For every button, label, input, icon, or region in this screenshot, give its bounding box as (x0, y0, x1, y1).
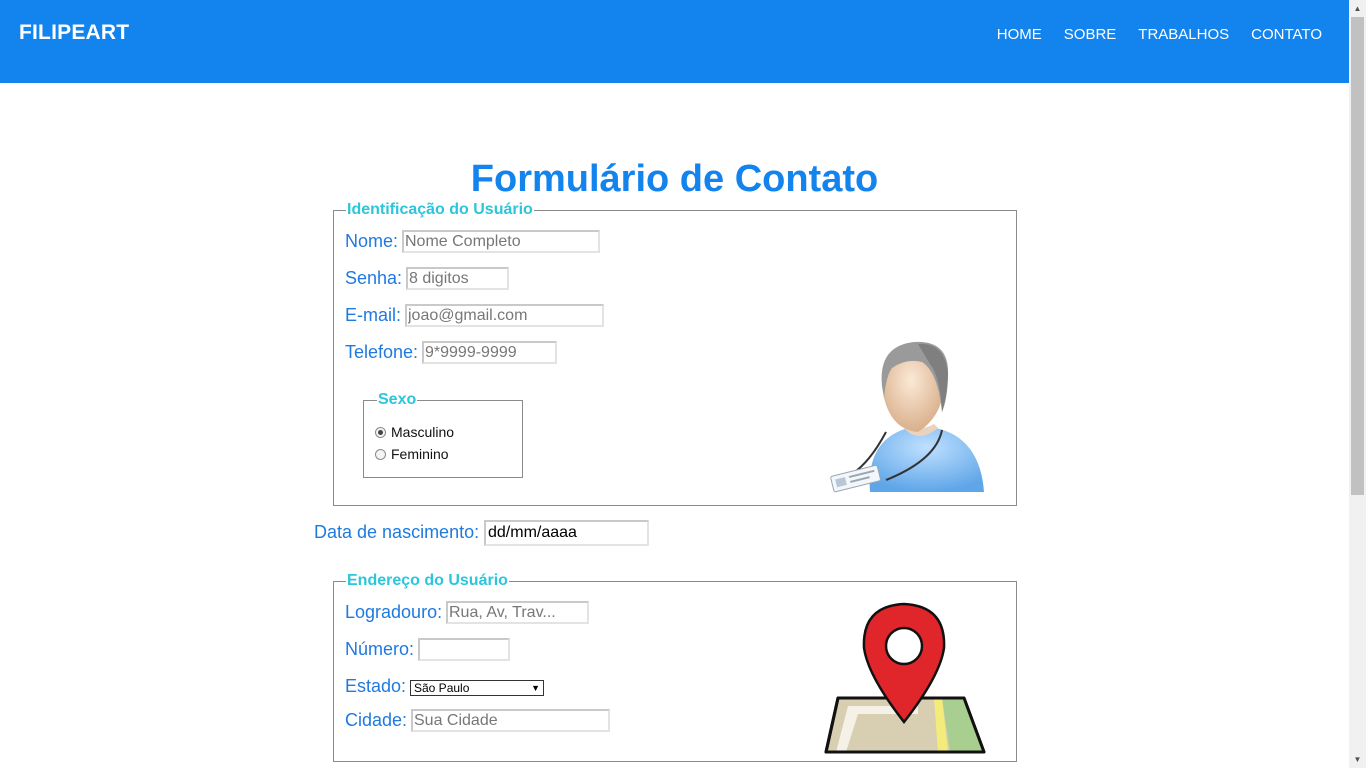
nav-link-home[interactable]: HOME (997, 26, 1042, 43)
radio-feminino[interactable]: Feminino (375, 446, 449, 462)
estado-label: Estado: (345, 676, 407, 696)
identificacao-legend: Identificação do Usuário (346, 201, 534, 219)
estado-select-value: São Paulo (414, 681, 470, 695)
logradouro-label: Logradouro: (345, 602, 443, 622)
scroll-down-arrow-icon[interactable]: ▼ (1349, 751, 1366, 768)
cidade-input[interactable] (411, 709, 610, 732)
telefone-label: Telefone: (345, 342, 419, 362)
logradouro-input[interactable] (446, 601, 589, 624)
senha-input[interactable] (406, 267, 509, 290)
cidade-label: Cidade: (345, 710, 408, 730)
telefone-input[interactable] (422, 341, 557, 364)
nav-links: HOME SOBRE TRABALHOS CONTATO (997, 26, 1322, 43)
radio-masculino-label: Masculino (391, 424, 455, 440)
nome-input[interactable] (402, 230, 600, 253)
nav-link-sobre[interactable]: SOBRE (1064, 26, 1117, 43)
top-navbar: FILIPEART HOME SOBRE TRABALHOS CONTATO (0, 0, 1349, 83)
numero-label: Número: (345, 639, 415, 659)
radio-masculino[interactable]: Masculino (375, 424, 454, 440)
user-badge-icon (830, 341, 984, 493)
nome-label: Nome: (345, 231, 399, 251)
radio-feminino-label: Feminino (391, 446, 449, 462)
radio-masculino-control[interactable] (375, 426, 386, 438)
nav-link-contato[interactable]: CONTATO (1251, 26, 1322, 43)
map-pin-icon (824, 602, 986, 754)
page-title: Formulário de Contato (470, 158, 879, 200)
email-input[interactable] (405, 304, 604, 327)
sexo-legend: Sexo (377, 391, 418, 409)
chevron-down-icon: ▼ (531, 683, 540, 693)
numero-input[interactable] (418, 638, 510, 661)
scroll-thumb[interactable] (1351, 17, 1364, 495)
brand-logo[interactable]: FILIPEART (19, 21, 129, 45)
radio-feminino-control[interactable] (375, 448, 386, 460)
email-label: E-mail: (345, 305, 402, 325)
estado-select[interactable]: São Paulo ▼ (410, 680, 544, 696)
nascimento-date-input[interactable]: dd/mm/aaaa (484, 520, 649, 546)
vertical-scrollbar[interactable]: ▲ ▼ (1349, 0, 1366, 768)
endereco-legend: Endereço do Usuário (346, 572, 509, 590)
scroll-up-arrow-icon[interactable]: ▲ (1349, 0, 1366, 17)
senha-label: Senha: (345, 268, 403, 288)
nascimento-label: Data de nascimento: (314, 522, 480, 542)
nav-link-trabalhos[interactable]: TRABALHOS (1138, 26, 1229, 43)
